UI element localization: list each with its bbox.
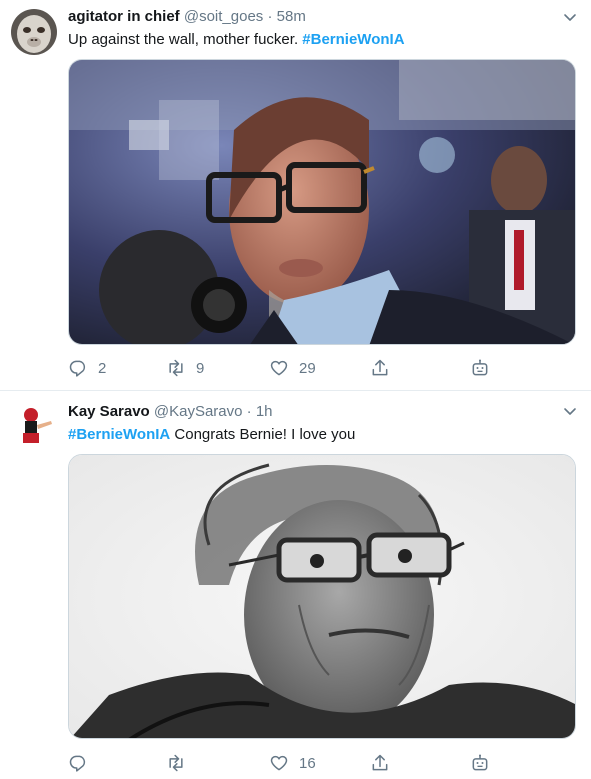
tweet[interactable]: Kay Saravo @KaySaravo · 1h #BernieWonIA … [0,391,591,779]
like-count: 16 [299,754,316,772]
share-icon [372,359,388,376]
tweet-photo[interactable] [68,454,576,739]
reply-icon [69,755,86,772]
retweet-icon [169,754,183,772]
timestamp[interactable]: 58m [277,8,306,25]
user-handle[interactable]: @soit_goes [184,8,263,25]
retweet-button[interactable] [166,752,196,774]
robot-icon[interactable] [470,752,490,774]
separator-dot: · [267,8,273,25]
timestamp[interactable]: 1h [256,403,273,420]
chevron-down-icon[interactable] [563,10,577,24]
tweet-text-after: Congrats Bernie! I love you [170,426,356,443]
reply-count: 2 [98,359,107,377]
tweet-photo[interactable] [68,59,576,345]
retweet-count: 9 [196,359,205,377]
avatar[interactable] [11,403,57,449]
share-icon [372,754,388,771]
tweet-actions: 2 9 29 [68,357,548,379]
tweet-actions: 16 [68,752,548,774]
robot-icon[interactable] [470,357,490,379]
tweet-text-before: Up against the wall, mother fucker. [68,31,303,48]
tweet[interactable]: agitator in chief @soit_goes · 58m Up ag… [0,0,591,391]
heart-icon [270,360,288,376]
tweet-header: agitator in chief @soit_goes · 58m [68,7,306,27]
hashtag-link[interactable]: #BernieWonIA [302,31,404,48]
display-name[interactable]: agitator in chief [68,8,180,25]
like-button[interactable]: 16 [269,752,316,774]
separator-dot: · [246,403,252,420]
tweet-text: Up against the wall, mother fucker. #Ber… [68,30,405,50]
tweet-header: Kay Saravo @KaySaravo · 1h [68,402,273,422]
chevron-down-icon[interactable] [563,404,577,418]
retweet-icon [169,359,183,377]
hashtag-link[interactable]: #BernieWonIA [68,426,170,443]
retweet-button[interactable]: 9 [166,357,204,379]
display-name[interactable]: Kay Saravo [68,403,150,420]
like-count: 29 [299,359,316,377]
user-handle[interactable]: @KaySaravo [154,403,243,420]
reply-button[interactable] [68,752,98,774]
avatar[interactable] [11,9,57,55]
share-button[interactable] [370,752,390,774]
like-button[interactable]: 29 [269,357,316,379]
heart-icon [270,755,288,771]
share-button[interactable] [370,357,390,379]
reply-icon [69,360,86,377]
tweet-text: #BernieWonIA Congrats Bernie! I love you [68,425,355,445]
reply-button[interactable]: 2 [68,357,106,379]
